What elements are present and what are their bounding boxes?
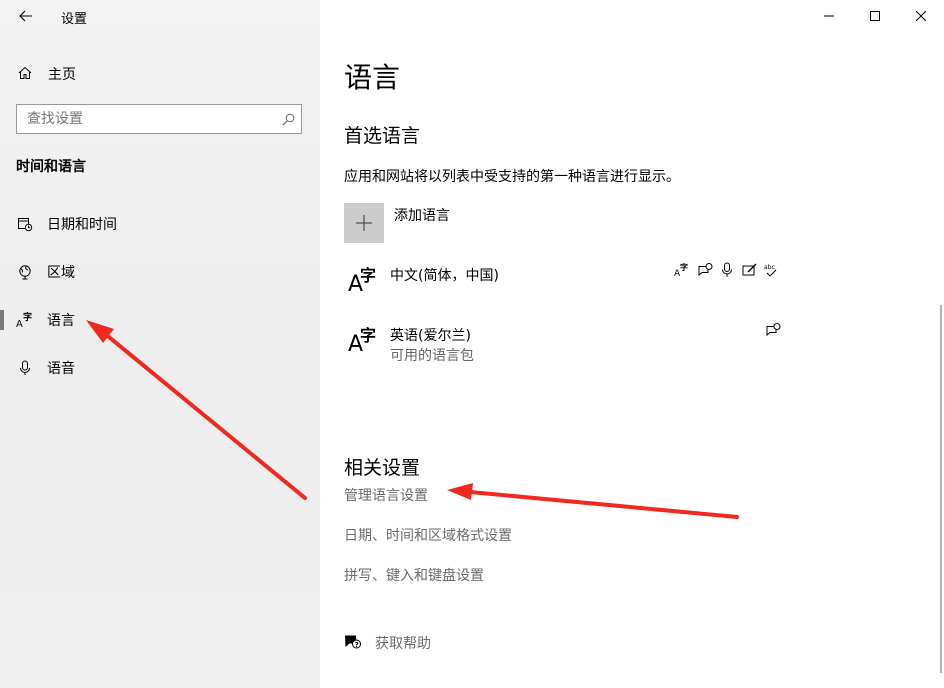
search-icon	[282, 113, 295, 126]
home-icon	[18, 66, 32, 79]
preferred-heading: 首选语言	[344, 125, 421, 147]
svg-text:字: 字	[680, 262, 688, 272]
add-language-label: 添加语言	[394, 208, 450, 224]
maximize-button[interactable]	[852, 0, 898, 32]
help-chat-icon: ?	[344, 635, 361, 649]
plus-icon	[356, 215, 372, 231]
scrollbar[interactable]	[940, 305, 942, 673]
section-title: 时间和语言	[16, 159, 86, 175]
sidebar-item-speech[interactable]: 语音	[0, 348, 320, 388]
manage-language-settings-link[interactable]: 管理语言设置	[344, 485, 428, 505]
home-nav-item[interactable]: 主页	[0, 60, 320, 86]
microphone-icon	[722, 262, 732, 277]
svg-text:字: 字	[23, 312, 32, 323]
handwriting-icon	[742, 263, 757, 276]
sidebar-item-label: 日期和时间	[47, 217, 117, 233]
sidebar-item-label: 语音	[47, 361, 75, 377]
date-time-region-format-link[interactable]: 日期、时间和区域格式设置	[344, 525, 512, 545]
minimize-icon	[824, 15, 834, 17]
globe-icon	[16, 263, 34, 281]
search-input[interactable]	[17, 105, 277, 133]
display-language-icon: A字	[674, 262, 688, 278]
back-arrow-icon	[19, 10, 32, 22]
language-name: 中文(简体，中国)	[390, 268, 499, 284]
language-row-en-ie[interactable]: A字 英语(爱尔兰) 可用的语言包	[344, 320, 784, 370]
add-language-button[interactable]: 添加语言	[344, 203, 544, 243]
add-tile	[344, 203, 384, 243]
speech-recognition-icon	[698, 263, 713, 277]
language-glyph-icon: A字	[348, 266, 377, 297]
help-label: 获取帮助	[375, 636, 431, 652]
svg-text:abc: abc	[764, 264, 775, 271]
svg-text:?: ?	[355, 641, 359, 649]
sidebar-item-label: 语言	[47, 313, 75, 329]
minimize-button[interactable]	[806, 0, 852, 32]
selected-indicator	[0, 310, 4, 330]
sidebar: 设置 主页 时间和语言 日期和时间 区域 A字 语言 语音	[0, 0, 320, 688]
preferred-description: 应用和网站将以列表中受支持的第一种语言进行显示。	[344, 169, 680, 185]
spelling-typing-keyboard-link[interactable]: 拼写、键入和键盘设置	[344, 565, 484, 585]
language-status: 可用的语言包	[390, 348, 474, 364]
speech-recognition-icon	[766, 323, 781, 337]
window-title: 设置	[61, 12, 88, 27]
back-button[interactable]	[12, 4, 40, 28]
sidebar-item-region[interactable]: 区域	[0, 252, 320, 292]
sidebar-item-date-time[interactable]: 日期和时间	[0, 204, 320, 244]
calendar-clock-icon	[16, 215, 34, 233]
related-heading: 相关设置	[344, 457, 421, 479]
svg-text:A: A	[16, 319, 23, 328]
close-icon	[916, 11, 926, 21]
language-name: 英语(爱尔兰)	[390, 328, 471, 344]
sidebar-item-language[interactable]: A字 语言	[0, 300, 320, 340]
language-icon: A字	[16, 311, 34, 329]
close-button[interactable]	[898, 0, 944, 32]
main-content: 语言 首选语言 应用和网站将以列表中受支持的第一种语言进行显示。 添加语言 A字…	[320, 0, 944, 688]
capability-icons: A字 abc	[674, 262, 784, 280]
sidebar-item-label: 区域	[47, 265, 75, 281]
page-title: 语言	[344, 61, 401, 94]
microphone-icon	[16, 359, 34, 377]
language-glyph-icon: A字	[348, 326, 377, 357]
get-help-link[interactable]: ? 获取帮助	[344, 632, 484, 654]
language-row-zh-cn[interactable]: A字 中文(简体，中国) A字 abc	[344, 260, 784, 304]
maximize-icon	[870, 11, 880, 21]
search-box[interactable]	[16, 104, 302, 134]
spellcheck-icon: abc	[764, 264, 777, 277]
home-label: 主页	[48, 67, 76, 83]
